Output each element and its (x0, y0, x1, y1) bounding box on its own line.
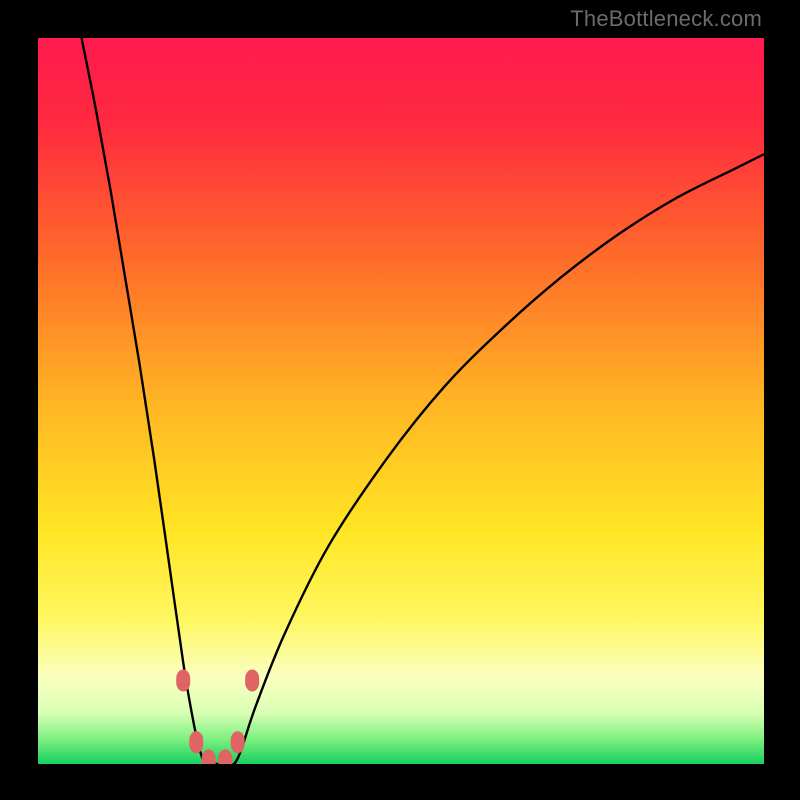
marker-dot (231, 731, 245, 753)
curve-markers (176, 670, 259, 764)
marker-dot (202, 749, 216, 764)
outer-frame: TheBottleneck.com (0, 0, 800, 800)
marker-dot (245, 670, 259, 692)
marker-dot (189, 731, 203, 753)
curve-layer (38, 38, 764, 764)
watermark-text: TheBottleneck.com (570, 6, 762, 32)
plot-area (38, 38, 764, 764)
marker-dot (218, 749, 232, 764)
bottleneck-curve (82, 38, 764, 764)
marker-dot (176, 670, 190, 692)
